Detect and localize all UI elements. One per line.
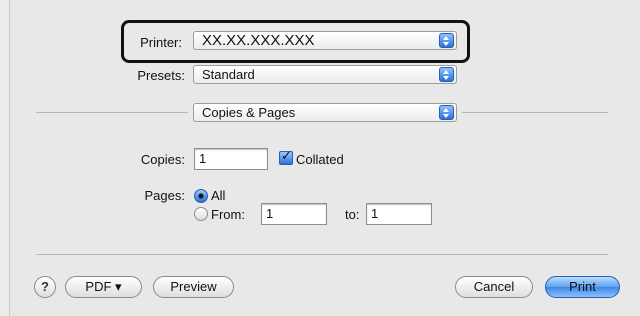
popup-arrows-icon bbox=[439, 105, 454, 120]
collated-checkbox[interactable] bbox=[279, 149, 293, 165]
printer-value: XX.XX.XXX.XXX bbox=[202, 32, 315, 49]
pages-from-label: From: bbox=[211, 207, 245, 222]
presets-value: Standard bbox=[202, 67, 255, 82]
pages-to-field[interactable]: 1 bbox=[366, 203, 432, 225]
collated-label: Collated bbox=[296, 152, 344, 167]
copies-field[interactable]: 1 bbox=[194, 148, 268, 170]
printer-popup[interactable]: XX.XX.XXX.XXX bbox=[193, 31, 457, 50]
pages-all-radio[interactable] bbox=[194, 189, 208, 203]
pages-from-field[interactable]: 1 bbox=[261, 203, 327, 225]
separator-bottom bbox=[36, 254, 608, 255]
pages-all-label: All bbox=[211, 188, 226, 203]
print-button[interactable]: Print bbox=[545, 276, 620, 298]
panel-popup[interactable]: Copies & Pages bbox=[193, 103, 457, 122]
cancel-button[interactable]: Cancel bbox=[455, 276, 533, 298]
copies-label: Copies: bbox=[140, 152, 185, 167]
popup-arrows-icon bbox=[439, 67, 454, 82]
pages-label: Pages: bbox=[144, 188, 185, 203]
printer-label: Printer: bbox=[140, 35, 182, 50]
presets-label: Presets: bbox=[137, 68, 185, 83]
pages-to-label: to: bbox=[345, 207, 360, 222]
pages-from-radio[interactable] bbox=[194, 207, 208, 221]
preview-button[interactable]: Preview bbox=[153, 276, 234, 298]
help-button[interactable]: ? bbox=[34, 276, 56, 298]
popup-arrows-icon bbox=[439, 33, 454, 48]
panel-value: Copies & Pages bbox=[202, 105, 296, 120]
presets-popup[interactable]: Standard bbox=[193, 65, 457, 84]
separator-left bbox=[36, 112, 188, 113]
pdf-button[interactable]: PDF ▾ bbox=[65, 276, 142, 298]
separator-right bbox=[462, 112, 608, 113]
